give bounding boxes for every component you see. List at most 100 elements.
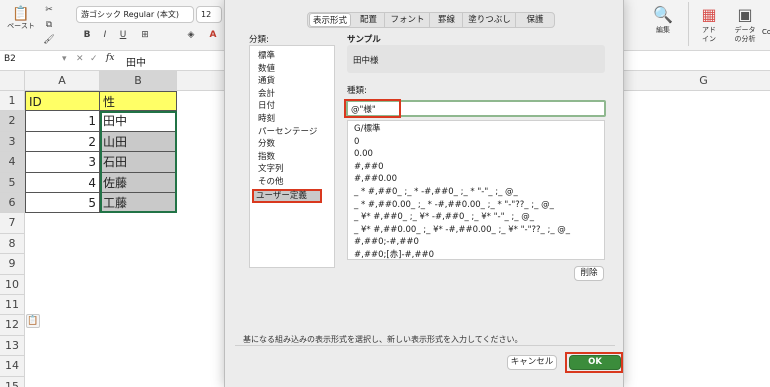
tab-fill[interactable]: 塗りつぶし <box>464 13 516 27</box>
format-item[interactable]: _ * #,##0.00_ ;_ * -#,##0.00_ ;_ * "-"??… <box>354 199 554 212</box>
tab-border[interactable]: 罫線 <box>431 13 463 27</box>
format-item[interactable]: 0.00 <box>354 148 373 161</box>
borders-icon[interactable]: ⊞ <box>138 28 152 42</box>
category-item[interactable]: 指数 <box>256 151 328 164</box>
format-item[interactable]: #,##0 <box>354 161 383 174</box>
row-header[interactable]: 8 <box>0 233 25 255</box>
category-item[interactable]: 会計 <box>256 88 328 101</box>
delete-button[interactable]: 削除 <box>574 266 604 281</box>
row-header[interactable]: 13 <box>0 335 25 357</box>
format-item[interactable]: G/標準 <box>354 123 380 136</box>
category-list[interactable]: 標準 数値 通貨 会計 日付 時刻 パーセンテージ 分数 指数 文字列 その他 ユーザー定義 <box>249 45 335 268</box>
column-header-g[interactable]: G <box>624 71 770 91</box>
type-highlight <box>344 99 401 118</box>
column-header-a[interactable]: A <box>25 71 100 91</box>
format-painter-icon[interactable]: 🖌 <box>42 33 56 47</box>
font-name-select[interactable]: 游ゴシック Regular (本文) <box>76 6 194 23</box>
addins-button[interactable]: ▦ アド イン <box>694 4 724 44</box>
paste-label: ペースト <box>7 22 35 30</box>
sample-value: 田中様 <box>353 56 379 66</box>
row-header[interactable]: 14 <box>0 356 25 377</box>
copilot-label[interactable]: Co <box>762 28 770 36</box>
cell-a[interactable]: 1 <box>25 111 100 132</box>
underline-icon[interactable]: U <box>116 28 130 42</box>
sample-label: サンプル <box>347 35 381 45</box>
format-item[interactable]: #,##0;-#,##0 <box>354 236 419 249</box>
row-header[interactable]: 9 <box>0 254 25 275</box>
clipboard-icon: 📋 <box>12 6 30 22</box>
category-item[interactable]: ユーザー定義 <box>252 188 322 203</box>
copy-icon[interactable]: ⧉ <box>42 18 56 32</box>
cell-a[interactable]: 4 <box>25 172 100 193</box>
category-item[interactable]: 標準 <box>256 50 328 63</box>
cell-b[interactable]: 田中 <box>100 111 177 132</box>
row-header[interactable]: 5 <box>0 172 25 193</box>
row-header[interactable]: 3 <box>0 131 25 153</box>
font-size-select[interactable]: 12 <box>196 6 222 23</box>
tab-number[interactable]: 表示形式 <box>309 13 351 27</box>
category-label: 分類: <box>249 35 269 45</box>
cell-a[interactable]: 3 <box>25 152 100 173</box>
fx-icon[interactable]: fx <box>106 53 114 63</box>
addins-icon: ▦ <box>701 5 717 24</box>
category-item[interactable]: パーセンテージ <box>256 126 328 139</box>
row-header[interactable]: 7 <box>0 213 25 234</box>
cancel-icon[interactable]: ✕ <box>76 54 84 64</box>
category-item[interactable]: 文字列 <box>256 163 328 176</box>
category-item[interactable]: その他 <box>256 176 328 189</box>
confirm-icon[interactable]: ✓ <box>90 54 98 64</box>
row-header[interactable]: 4 <box>0 152 25 173</box>
column-header-c[interactable] <box>177 71 225 91</box>
column-header-b[interactable]: B <box>100 71 177 91</box>
fill-color-icon[interactable]: ◈ <box>184 28 198 42</box>
format-item[interactable]: _ ¥* #,##0.00_ ;_ ¥* -#,##0.00_ ;_ ¥* "-… <box>354 224 570 237</box>
data-analysis-label: データ の分析 <box>734 26 756 43</box>
row-header[interactable]: 6 <box>0 193 25 214</box>
format-item[interactable]: #,##0;[赤]-#,##0 <box>354 249 434 259</box>
select-all-corner[interactable] <box>0 71 25 91</box>
row-header[interactable]: 10 <box>0 274 25 295</box>
paste-options-icon[interactable]: 📋 <box>26 314 40 328</box>
ok-highlight <box>565 352 623 373</box>
tab-alignment[interactable]: 配置 <box>353 13 385 27</box>
name-box[interactable]: B2 <box>4 54 16 64</box>
format-list[interactable]: G/標準 0 0.00 #,##0 #,##0.00 _ * #,##0_ ;_ * -#… <box>347 120 605 260</box>
search-icon: 🔍 <box>653 5 673 24</box>
category-item[interactable]: 日付 <box>256 100 328 113</box>
italic-icon[interactable]: I <box>98 28 112 42</box>
row-header[interactable]: 2 <box>0 111 25 132</box>
font-color-icon[interactable]: A <box>206 28 220 42</box>
cell-a[interactable]: 5 <box>25 193 100 214</box>
row-header[interactable]: 15 <box>0 376 25 387</box>
cut-icon[interactable]: ✂ <box>42 3 56 17</box>
category-item[interactable]: 数値 <box>256 63 328 76</box>
cell-a[interactable]: ID <box>25 91 100 112</box>
cell-b[interactable]: 性 <box>100 91 177 112</box>
tab-font[interactable]: フォント <box>386 13 430 27</box>
format-item[interactable]: #,##0.00 <box>354 173 397 186</box>
format-item[interactable]: _ ¥* #,##0_ ;_ ¥* -#,##0_ ;_ ¥* "-"_ ;_ … <box>354 211 534 224</box>
format-item[interactable]: _ * #,##0_ ;_ * -#,##0_ ;_ * "-"_ ;_ @_ <box>354 186 518 199</box>
formula-input[interactable]: 田中 <box>126 54 146 69</box>
sample-box: 田中様 <box>347 45 605 73</box>
data-analysis-button[interactable]: ▣ データ の分析 <box>728 4 762 44</box>
format-cells-dialog: 表示形式 配置 フォント 罫線 塗りつぶし 保護 分類: 標準 数値 通貨 会計 日付時… <box>224 0 624 387</box>
category-item[interactable]: 通貨 <box>256 75 328 88</box>
category-item[interactable]: 時刻 <box>256 113 328 126</box>
row-header[interactable]: 12 <box>0 315 25 336</box>
row-header[interactable]: 1 <box>0 91 25 112</box>
category-item[interactable]: 分数 <box>256 138 328 151</box>
cell-a[interactable]: 2 <box>25 131 100 153</box>
cell-b[interactable]: 工藤 <box>100 193 177 214</box>
cancel-button[interactable]: キャンセル <box>507 355 557 370</box>
row-header[interactable]: 11 <box>0 295 25 316</box>
tab-protection[interactable]: 保護 <box>517 13 553 27</box>
paste-button[interactable]: 📋 ペースト <box>4 6 38 31</box>
format-item[interactable]: 0 <box>354 136 359 149</box>
cell-b[interactable]: 佐藤 <box>100 172 177 193</box>
bold-icon[interactable]: B <box>80 28 94 42</box>
cell-b[interactable]: 石田 <box>100 152 177 173</box>
edit-button[interactable]: 🔍 編集 <box>644 4 682 35</box>
chevron-down-icon[interactable]: ▾ <box>62 54 67 64</box>
cell-b[interactable]: 山田 <box>100 131 177 153</box>
